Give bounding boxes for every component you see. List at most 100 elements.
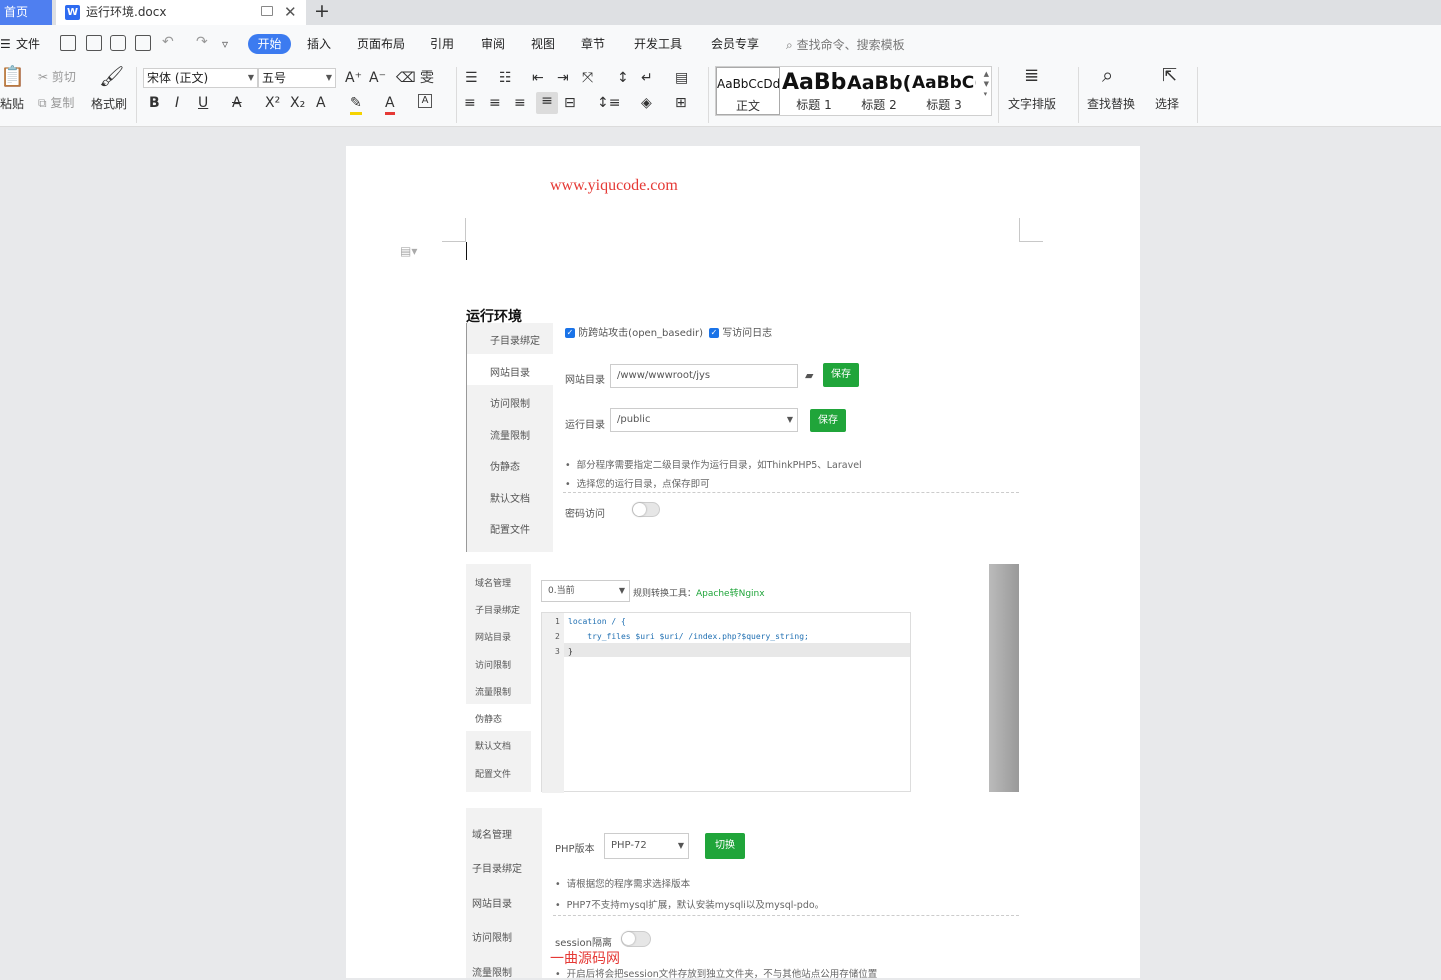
subscript-icon[interactable]: X₂	[290, 94, 305, 112]
underline-icon[interactable]: U	[198, 94, 208, 112]
justify-icon[interactable]: ≡	[536, 92, 558, 114]
cut-button[interactable]: ✂ 剪切	[38, 69, 76, 85]
superscript-icon[interactable]: X²	[265, 94, 280, 112]
show-marks-icon[interactable]: ↵	[641, 69, 653, 87]
code-line: location / {	[568, 617, 626, 626]
menu-review[interactable]: 审阅	[481, 36, 505, 52]
menu-view[interactable]: 视图	[531, 36, 555, 52]
menu-chapter[interactable]: 章节	[581, 36, 605, 52]
text-effect-icon[interactable]: A	[316, 94, 326, 112]
font-color-icon[interactable]: A	[385, 94, 395, 115]
sort-icon[interactable]: ↕	[617, 69, 629, 87]
checkbox-open-basedir: ✓ 防跨站攻击(open_basedir)	[565, 328, 704, 339]
font-name-select[interactable]: 宋体 (正文) ▼	[143, 68, 258, 88]
select-button[interactable]: 选择	[1155, 96, 1179, 112]
style-scroll-icon[interactable]: ▲ ▼ ▾	[984, 69, 989, 99]
increase-indent-icon[interactable]: ⇥	[557, 69, 569, 87]
print-preview-icon[interactable]	[135, 35, 151, 51]
align-center-icon[interactable]: ≡	[489, 94, 501, 112]
new-tab-button[interactable]: +	[314, 0, 330, 22]
numbered-list-icon[interactable]: ☷	[499, 69, 512, 87]
tab-document[interactable]: W 运行环境.docx ✕	[56, 0, 306, 25]
switch-button: 切换	[705, 833, 745, 859]
decrease-indent-icon[interactable]: ⇤	[532, 69, 544, 87]
search-icon[interactable]: ⌕	[1102, 65, 1113, 85]
paragraph-options-icon[interactable]: ▤▾	[400, 244, 417, 258]
command-search[interactable]: ⌕ 查找命令、搜索模板	[786, 36, 905, 53]
close-tab-icon[interactable]: ✕	[284, 0, 297, 25]
text-layout-icon[interactable]: ≣	[1024, 67, 1039, 85]
text-layout-button[interactable]: 文字排版	[1008, 96, 1056, 112]
distribute-icon[interactable]: ⊟	[564, 94, 576, 112]
cursor-icon[interactable]: ⇱	[1162, 67, 1177, 85]
php-version-value: PHP-72	[611, 840, 647, 851]
scissors-icon: ✂	[38, 70, 49, 84]
run-dir-label: 运行目录	[565, 420, 605, 431]
code-editor: 1 2 3 location / { try_files $uri $uri/ …	[541, 612, 911, 793]
menu-file[interactable]: 文件	[16, 36, 40, 52]
checkbox-access-log: ✓ 写访问日志	[709, 328, 773, 339]
clear-format-icon[interactable]: ⌫	[396, 69, 416, 87]
find-replace-button[interactable]: 查找替换	[1087, 96, 1135, 112]
menu-references[interactable]: 引用	[430, 36, 454, 52]
sidebar-item: 访问限制	[490, 399, 530, 410]
italic-icon[interactable]: I	[175, 94, 179, 112]
format-painter-icon[interactable]: 🖌	[99, 66, 124, 86]
phonetic-guide-icon[interactable]: 雯	[420, 69, 434, 87]
undo-icon[interactable]: ↶	[162, 34, 174, 50]
align-right-icon[interactable]: ≡	[514, 94, 526, 112]
redo-icon[interactable]: ↷	[196, 34, 208, 50]
highlight-icon[interactable]: ✎	[350, 94, 362, 115]
style-name: 标题 2	[861, 98, 897, 112]
save-icon[interactable]	[60, 35, 76, 51]
format-painter-label[interactable]: 格式刷	[91, 96, 127, 112]
document-page[interactable]: www.yiqucode.com ▤▾ 运行环境 子目录绑定 网站目录 访问限制…	[346, 146, 1140, 980]
style-normal[interactable]: AaBbCcDd 正文	[716, 67, 780, 115]
shrink-font-icon[interactable]: A⁻	[369, 69, 386, 87]
print-icon[interactable]	[110, 35, 126, 51]
font-name-value: 宋体 (正文)	[147, 71, 209, 85]
menu-start[interactable]: 开始	[248, 34, 291, 54]
style-preview: AaBb(	[847, 72, 911, 94]
sidebar-item: 子目录绑定	[475, 606, 521, 616]
rule-tool: 规则转换工具：Apache转Nginx	[633, 586, 765, 599]
font-size-value: 五号	[262, 71, 287, 85]
chevron-down-icon: ▼	[325, 73, 332, 82]
sidebar-item: 网站目录	[490, 368, 530, 379]
bullet-list-icon[interactable]: ☰	[465, 69, 478, 87]
shading-icon[interactable]: ◈	[641, 94, 652, 112]
chevron-down-icon: ▼	[677, 841, 684, 850]
menu-devtools[interactable]: 开发工具	[634, 36, 682, 52]
chinese-layout-icon[interactable]: ⤧	[582, 69, 593, 87]
style-name: 正文	[735, 99, 760, 113]
screenshot-site-directory: 子目录绑定 网站目录 访问限制 流量限制 伪静态 默认文档 配置文件 ✓ 防跨站…	[466, 323, 1019, 552]
line-spacing-icon[interactable]: ↕≡	[597, 94, 620, 112]
borders-icon[interactable]: ⊞	[675, 94, 687, 112]
style-heading-3[interactable]: AaBbC(标题 3	[912, 67, 976, 115]
strikethrough-icon[interactable]: A	[232, 94, 242, 112]
copy-button[interactable]: ⧉ 复制	[38, 95, 74, 111]
paste-icon[interactable]: 📋	[0, 66, 25, 86]
hamburger-icon[interactable]: ☰	[0, 36, 11, 52]
font-size-select[interactable]: 五号 ▼	[258, 68, 336, 88]
tab-home[interactable]: 首页	[0, 0, 52, 25]
style-heading-2[interactable]: AaBb( 标题 2	[847, 67, 911, 115]
menu-page-layout[interactable]: 页面布局	[357, 36, 405, 52]
export-pdf-icon[interactable]	[86, 35, 102, 51]
paste-label[interactable]: 粘贴	[0, 96, 24, 112]
line-number: 2	[555, 632, 560, 641]
pin-window-icon[interactable]	[261, 6, 273, 16]
menu-insert[interactable]: 插入	[307, 36, 331, 52]
divider	[553, 915, 1019, 916]
tab-stops-icon[interactable]: ▤	[675, 69, 688, 87]
char-border-icon[interactable]: A	[418, 94, 432, 108]
menu-vip[interactable]: 会员专享	[711, 36, 759, 52]
sidebar-item: 流量限制	[490, 431, 530, 442]
bold-icon[interactable]: B	[149, 94, 160, 112]
grow-font-icon[interactable]: A⁺	[345, 69, 362, 87]
quick-access-dropdown-icon[interactable]: ▿	[222, 36, 228, 52]
align-left-icon[interactable]: ≡	[464, 94, 476, 112]
style-heading-1[interactable]: AaBb 标题 1	[782, 67, 846, 115]
run-dir-select: /public ▼	[610, 408, 798, 432]
style-preview: AaBb	[782, 70, 846, 95]
